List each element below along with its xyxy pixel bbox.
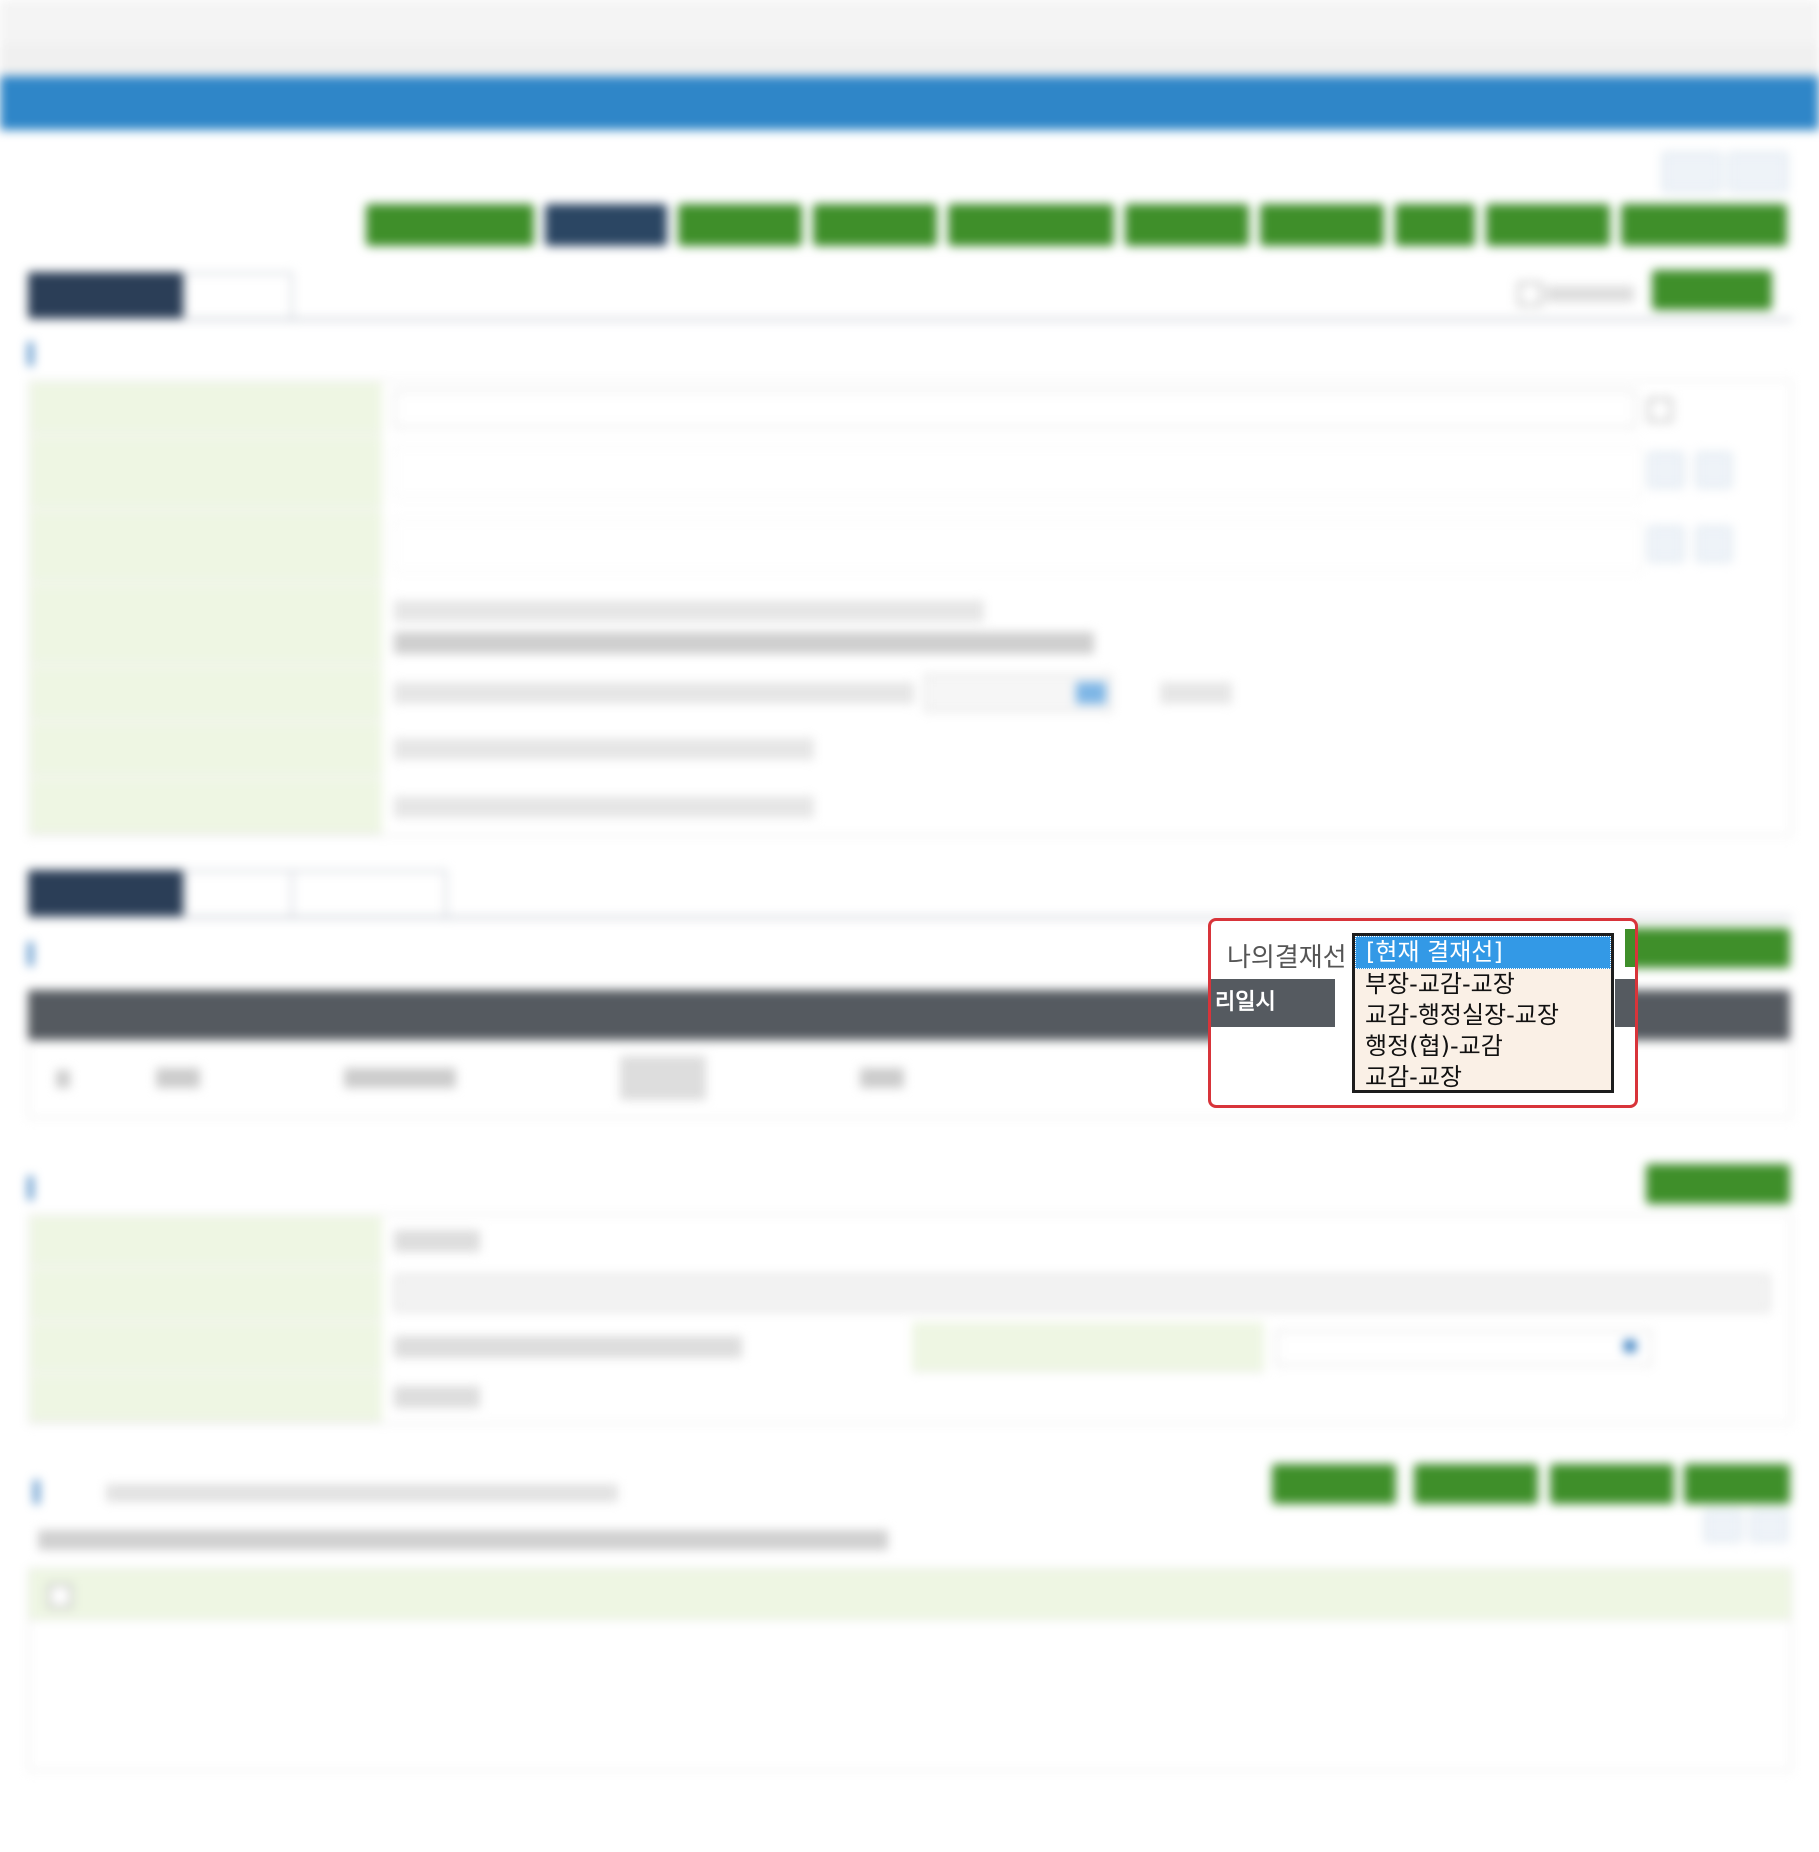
toolbar-button-9[interactable] [1486, 204, 1610, 246]
tab-4[interactable] [183, 870, 293, 918]
approval-line-button[interactable] [1628, 928, 1790, 968]
form-border [28, 380, 1792, 836]
approval-line-option[interactable]: 교감-교장 [1355, 1062, 1611, 1093]
approval-line-option[interactable]: 행정(협)-교감 [1355, 1031, 1611, 1062]
arrow-down-icon[interactable] [1750, 1510, 1788, 1542]
approval-line-listbox[interactable]: [현재 결재선] 부장-교감-교장 교감-행정실장-교장 행정(협)-교감 교감… [1352, 933, 1614, 1093]
form-border-2 [28, 1214, 1792, 1424]
toolbar-button-1[interactable] [366, 204, 534, 246]
section-title-2 [28, 942, 145, 966]
section-title-4 [34, 1480, 101, 1504]
toolbar-button-8[interactable] [1395, 204, 1475, 246]
window-title-bar [0, 0, 1819, 44]
popup-edge-button [1625, 929, 1635, 967]
file-table-header [28, 1568, 1792, 1620]
toolbar-button-5[interactable] [948, 204, 1114, 246]
my-approval-line-label: 나의결재선 [1227, 943, 1347, 973]
approval-line-option[interactable]: [현재 결재선] [1355, 936, 1611, 969]
tab-1[interactable] [28, 272, 183, 318]
file-select-all-checkbox[interactable] [48, 1584, 72, 1608]
file-table-body [28, 1618, 1792, 1771]
app-header [0, 76, 1819, 130]
address-bar [0, 44, 1819, 75]
toolbar-button-7[interactable] [1260, 204, 1384, 246]
checkbox-option[interactable] [1518, 282, 1542, 306]
tab-5[interactable] [291, 870, 447, 918]
arrow-up-icon[interactable] [1704, 1510, 1742, 1542]
tab-underline-1 [28, 318, 1792, 321]
column-header-edge [1615, 979, 1635, 1027]
save-icon[interactable] [1662, 152, 1722, 192]
file-button-4[interactable] [1684, 1464, 1790, 1504]
approval-line-option[interactable]: 부장-교감-교장 [1355, 969, 1611, 1000]
toolbar-button-6[interactable] [1125, 204, 1249, 246]
tab-2[interactable] [183, 272, 293, 320]
approval-cell-3 [344, 1068, 456, 1088]
approval-line-option[interactable]: 교감-행정실장-교장 [1355, 1000, 1611, 1031]
checkbox-option-label [1546, 286, 1634, 302]
approval-line-popup: 리일시 나의결재선 [현재 결재선] 부장-교감-교장 교감-행정실장-교장 행… [1208, 918, 1638, 1108]
toolbar-button-3[interactable] [678, 204, 802, 246]
tab-3[interactable] [28, 870, 183, 916]
toolbar-button-4[interactable] [813, 204, 937, 246]
print-icon[interactable] [1728, 152, 1788, 192]
toolbar-button-10[interactable] [1621, 204, 1787, 246]
approval-cell-2 [156, 1068, 200, 1088]
receiver-button[interactable] [1646, 1164, 1790, 1204]
attachment-size-note [106, 1484, 618, 1502]
section-title-1 [28, 342, 145, 366]
section-title-3 [28, 1176, 145, 1200]
column-header-fragment: 리일시 [1211, 979, 1335, 1027]
attachment-notice [38, 1530, 888, 1550]
approval-cell-1 [56, 1070, 70, 1088]
approval-cell-4 [620, 1056, 706, 1100]
file-button-1[interactable] [1272, 1464, 1396, 1504]
file-button-3[interactable] [1550, 1464, 1674, 1504]
file-button-2[interactable] [1414, 1464, 1538, 1504]
approval-cell-5 [860, 1068, 904, 1088]
toolbar-button-2[interactable] [545, 204, 667, 246]
add-button[interactable] [1652, 270, 1772, 310]
